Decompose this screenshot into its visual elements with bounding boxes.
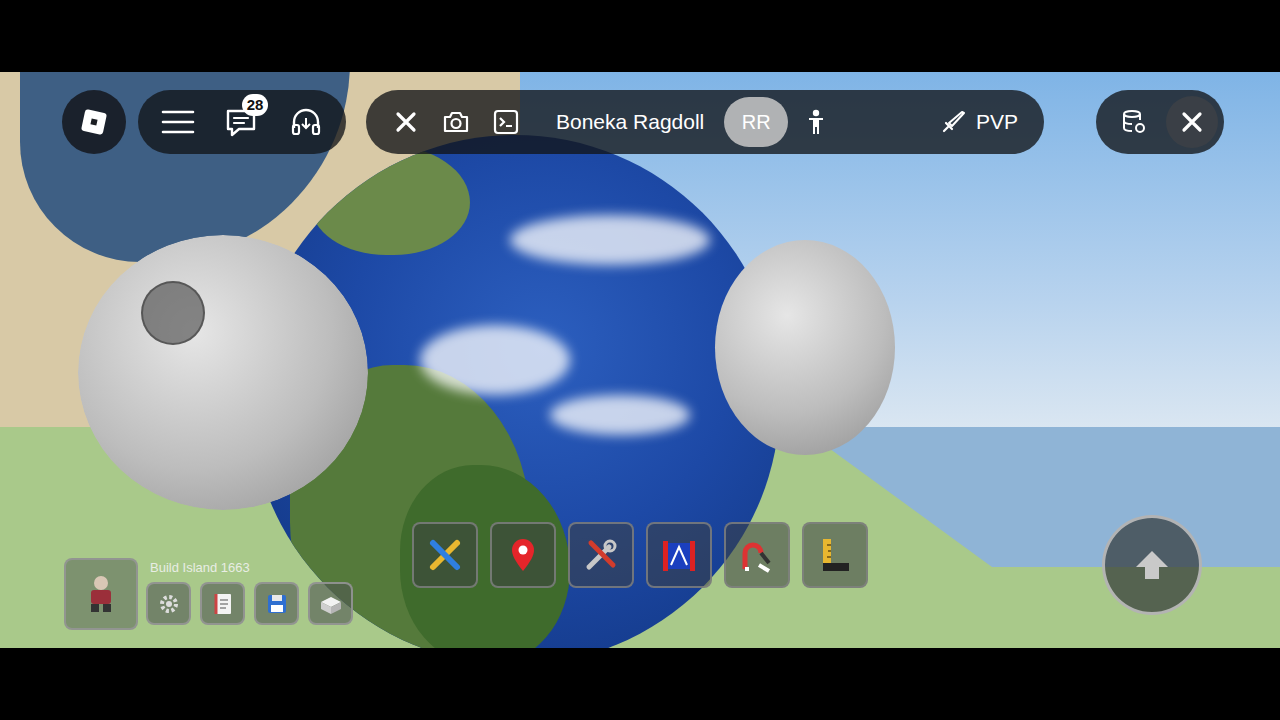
moon-right — [715, 240, 895, 455]
camera-button[interactable] — [434, 100, 478, 144]
pvp-label: PVP — [976, 110, 1018, 134]
close-button[interactable] — [1166, 96, 1218, 148]
admin-button[interactable] — [1112, 100, 1156, 144]
wrench-icon — [581, 535, 621, 575]
floppy-icon — [265, 592, 289, 616]
notebook-button[interactable] — [200, 582, 245, 625]
tool-slot[interactable] — [802, 522, 868, 588]
tool-slot[interactable] — [724, 522, 790, 588]
tool-slot[interactable] — [412, 522, 478, 588]
build-controls: Build Island 1663 — [146, 558, 353, 625]
settings-button[interactable] — [146, 582, 191, 625]
close-button[interactable] — [384, 100, 428, 144]
headset-icon — [289, 106, 323, 138]
close-icon — [1181, 111, 1203, 133]
paint-icon — [659, 535, 699, 575]
extra-pill — [1096, 90, 1224, 154]
game-screen: 28 Boneka Ragdoll RR PVP Build Island 1663 — [0, 0, 1280, 720]
top-bar: 28 Boneka Ragdoll RR PVP — [62, 90, 1224, 154]
menu-pill: 28 — [138, 90, 346, 154]
game-title: Boneka Ragdoll — [556, 110, 704, 134]
game-pill: Boneka Ragdoll RR PVP — [366, 90, 1044, 154]
thumbstick[interactable] — [141, 281, 205, 345]
tool-bar — [412, 522, 868, 588]
tool-slot[interactable] — [568, 522, 634, 588]
tool-slot[interactable] — [490, 522, 556, 588]
avatar-button[interactable] — [64, 558, 138, 630]
console-icon — [493, 109, 519, 135]
camera-icon — [442, 110, 470, 134]
person-icon — [806, 109, 826, 135]
letterbox-top — [0, 0, 1280, 72]
moon-left — [78, 235, 368, 510]
roblox-menu-button[interactable] — [62, 90, 126, 154]
database-icon — [1122, 109, 1146, 135]
gear-icon — [157, 592, 181, 616]
avatar-icon — [83, 574, 119, 614]
roblox-logo-icon — [79, 107, 109, 137]
brick-icon — [318, 592, 344, 616]
continent — [310, 145, 470, 255]
pin-icon — [503, 535, 543, 575]
cloud — [550, 395, 690, 435]
hamburger-icon — [161, 109, 195, 135]
hamburger-button[interactable] — [156, 100, 200, 144]
close-icon — [395, 111, 417, 133]
chat-badge: 28 — [242, 94, 268, 116]
ruler-icon — [815, 535, 855, 575]
game-viewport[interactable]: 28 Boneka Ragdoll RR PVP Build Island 1663 — [0, 72, 1280, 648]
ragdoll-button[interactable] — [794, 100, 838, 144]
cloud — [420, 325, 570, 395]
blocks-button[interactable] — [308, 582, 353, 625]
rr-toggle[interactable]: RR — [724, 97, 788, 147]
chat-button[interactable]: 28 — [220, 100, 264, 144]
pencil-icon — [425, 535, 465, 575]
pvp-toggle[interactable]: PVP — [926, 103, 1032, 141]
jump-button[interactable] — [1102, 515, 1202, 615]
voice-button[interactable] — [284, 100, 328, 144]
magnet-icon — [737, 535, 777, 575]
sword-icon — [940, 109, 966, 135]
console-button[interactable] — [484, 100, 528, 144]
letterbox-bottom — [0, 648, 1280, 720]
build-panel: Build Island 1663 — [64, 558, 353, 630]
build-buttons — [146, 582, 353, 625]
notebook-icon — [212, 592, 234, 616]
arrow-up-icon — [1132, 545, 1172, 585]
tool-slot[interactable] — [646, 522, 712, 588]
cloud — [510, 215, 710, 265]
build-island-label: Build Island 1663 — [146, 560, 353, 576]
save-button[interactable] — [254, 582, 299, 625]
